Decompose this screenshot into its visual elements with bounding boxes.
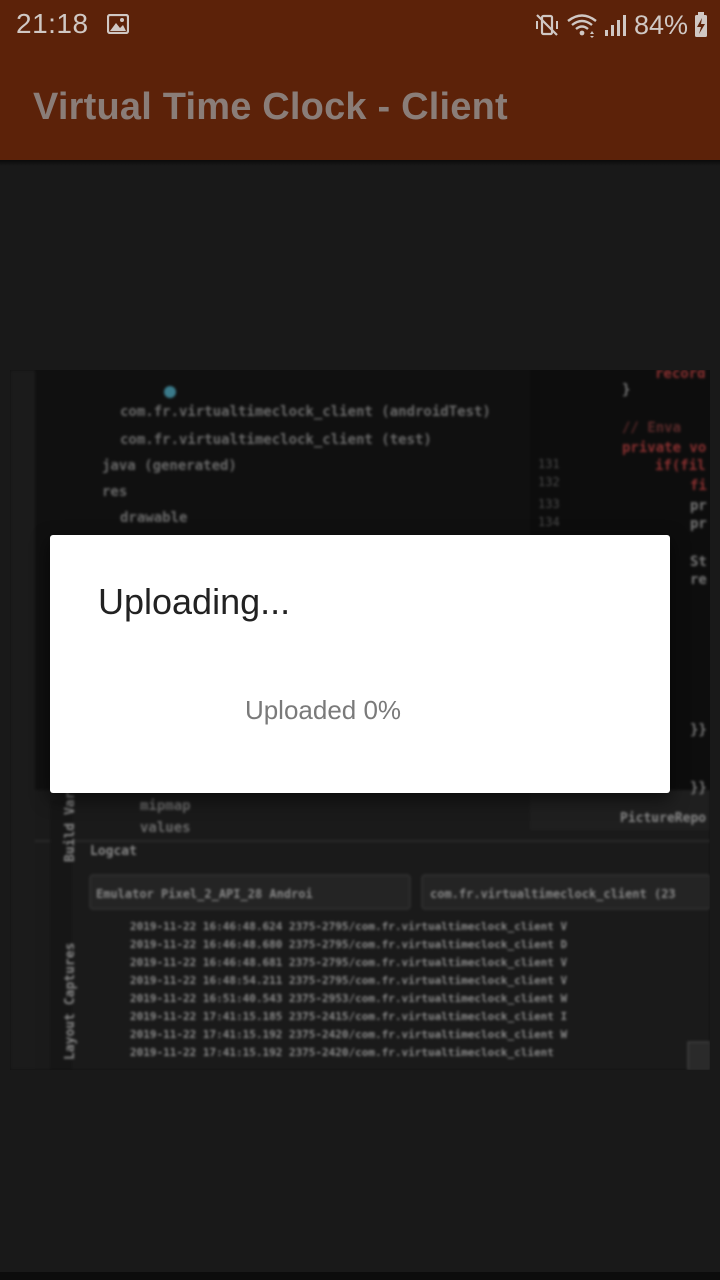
panel-label: Layout Captures	[63, 943, 78, 1060]
logcat-package: com.fr.virtualtimeclock_client (23	[430, 887, 676, 902]
line-number: 134	[538, 515, 560, 529]
code-line: St	[690, 554, 707, 570]
logcat-line: 2019-11-22 16:46:48.680 2375-2795/com.fr…	[130, 938, 567, 951]
dialog-title: Uploading...	[98, 581, 291, 622]
signal-icon	[604, 13, 626, 37]
logcat-device: Emulator Pixel_2_API_28 Androi	[96, 887, 313, 902]
tree-item: com.fr.virtualtimeclock_client (androidT…	[120, 404, 491, 420]
logcat-line: 2019-11-22 17:41:15.192 2375-2420/com.fr…	[130, 1028, 567, 1041]
status-icons: 84%	[534, 8, 708, 42]
tree-item: res	[102, 484, 127, 500]
status-bar: 21:18 84%	[0, 0, 720, 50]
wifi-icon	[566, 12, 598, 38]
upload-progress-dialog: Uploading... Uploaded 0%	[50, 535, 670, 793]
tree-item: mipmap	[140, 798, 191, 814]
code-line: fi	[690, 478, 707, 494]
tree-item: com.fr.virtualtimeclock_client (test)	[120, 432, 432, 448]
code-line: record	[655, 370, 706, 382]
panel-label: Logcat	[90, 844, 137, 859]
vibrate-mute-icon	[534, 12, 560, 38]
code-line: if(fil	[655, 458, 706, 474]
logcat-line: 2019-11-22 17:41:15.185 2375-2415/com.fr…	[130, 1010, 567, 1023]
upload-progress-message: Uploaded 0%	[244, 695, 402, 725]
code-line: }}	[690, 722, 707, 738]
code-line: pr	[690, 498, 707, 514]
panel-label: PictureRepo	[620, 811, 706, 826]
logcat-line: 2019-11-22 16:48:54.211 2375-2795/com.fr…	[130, 974, 567, 987]
logcat-line: 2019-11-22 16:51:40.543 2375-2953/com.fr…	[130, 992, 567, 1005]
app-title: Virtual Time Clock - Client	[33, 86, 508, 128]
code-line: private vo	[622, 440, 706, 456]
app-bar-shadow	[0, 160, 720, 166]
app-bar: Virtual Time Clock - Client	[0, 50, 720, 160]
battery-charging-icon	[694, 12, 708, 38]
logcat-line: 2019-11-22 16:46:48.681 2375-2795/com.fr…	[130, 956, 567, 969]
image-icon	[106, 13, 130, 35]
tree-item: drawable	[120, 510, 187, 526]
status-time: 21:18	[16, 8, 89, 39]
code-line: }	[622, 382, 630, 398]
line-number: 133	[538, 497, 560, 511]
tree-item: values	[140, 820, 191, 836]
line-number: 132	[538, 475, 560, 489]
code-line: }}	[690, 780, 707, 796]
battery-percent: 84%	[633, 9, 688, 40]
line-number: 131	[538, 457, 560, 471]
code-line: pr	[690, 516, 707, 532]
logcat-line: 2019-11-22 17:41:15.192 2375-2420/com.fr…	[130, 1046, 554, 1059]
navigation-bar-edge	[0, 1272, 720, 1280]
code-line: // Enva	[622, 420, 681, 436]
tree-item: java (generated)	[102, 458, 237, 474]
logcat-line: 2019-11-22 16:46:48.624 2375-2795/com.fr…	[130, 920, 567, 933]
code-line: re	[690, 572, 707, 588]
